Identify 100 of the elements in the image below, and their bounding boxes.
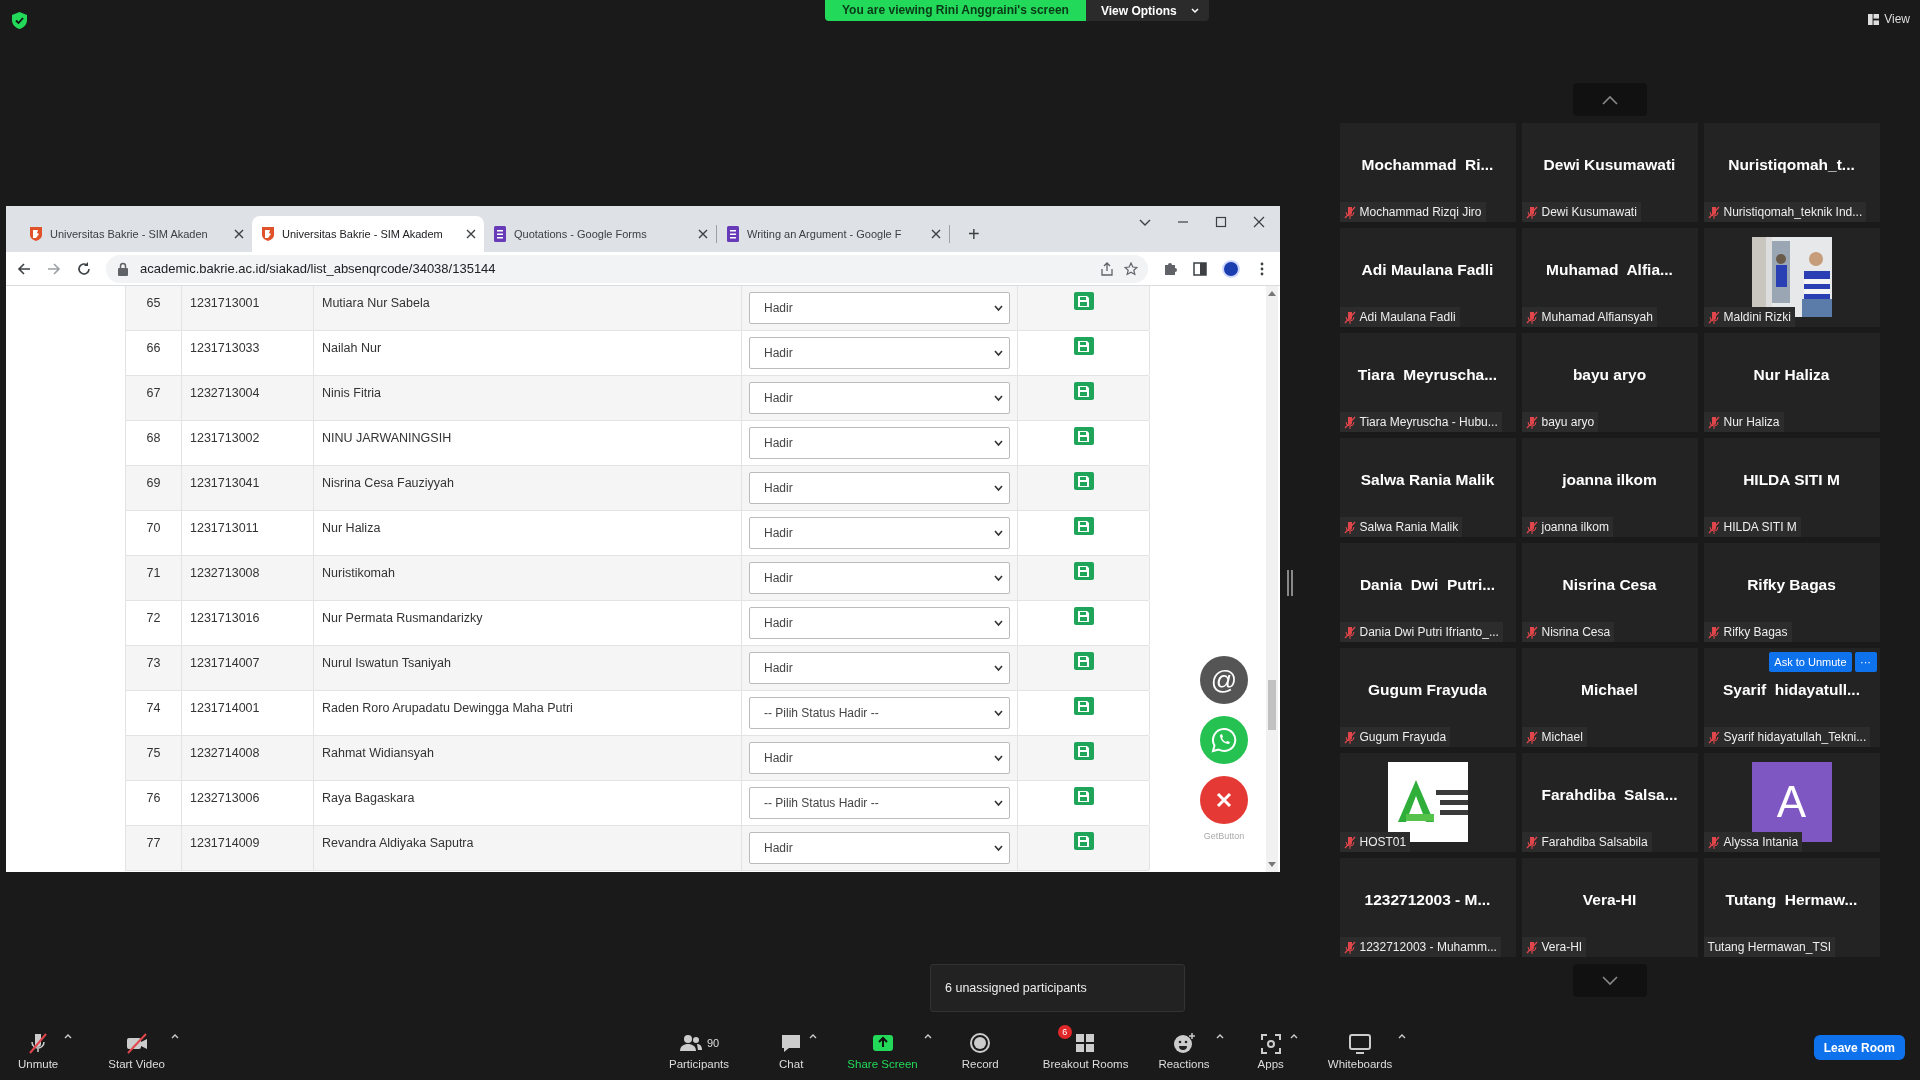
status-dropdown[interactable]: Hadir [749,337,1010,369]
floppy-icon [1078,835,1089,847]
lock-icon [116,261,130,276]
toolbar-button[interactable]: Whiteboards [1327,1025,1393,1070]
save-button[interactable] [1073,337,1094,355]
status-dropdown[interactable]: Hadir [749,607,1010,639]
back-icon[interactable] [16,260,32,277]
forward-icon[interactable] [46,260,62,277]
whiteboard-icon [1348,1032,1373,1054]
status-dropdown[interactable]: Hadir [749,562,1010,594]
status-dropdown[interactable]: Hadir [749,427,1010,459]
save-button[interactable] [1073,472,1094,490]
status-dropdown[interactable]: Hadir [749,742,1010,774]
toolbar-button[interactable]: 90 Participants [668,1025,730,1070]
save-button[interactable] [1073,832,1094,850]
status-dropdown[interactable]: Hadir [749,517,1010,549]
close-button[interactable] [1200,776,1248,824]
table-cell: 73 [146,656,161,670]
status-dropdown[interactable]: Hadir [749,652,1010,684]
caret-icon[interactable] [170,1033,179,1039]
floppy-icon [1078,475,1089,487]
star-icon[interactable] [1124,261,1138,276]
status-dropdown[interactable]: Hadir [749,382,1010,414]
table-cell: 74 [146,701,161,715]
save-button[interactable] [1073,742,1094,760]
caret-icon[interactable] [809,1033,818,1039]
close-icon[interactable] [234,229,244,239]
browser-tab[interactable]: Writing an Argument - Google F [717,216,949,252]
status-dropdown[interactable]: -- Pilih Status Hadir -- [749,787,1010,819]
status-dropdown[interactable]: -- Pilih Status Hadir -- [749,697,1010,729]
name-label: HILDA SITI M [1703,517,1801,537]
more-button[interactable]: ··· [1854,652,1877,672]
avatar-initial: A [1776,776,1807,827]
save-button[interactable] [1073,562,1094,580]
caret-icon[interactable] [1215,1033,1224,1039]
toolbar-button[interactable]: Reactions [1158,1025,1210,1070]
scrollbar-thumb[interactable] [1268,680,1276,730]
caret-icon[interactable] [923,1033,932,1039]
toolbar-button[interactable]: 6 Breakout Rooms [1042,1025,1129,1070]
new-tab-button[interactable]: + [964,223,984,246]
url-field[interactable]: academic.bakrie.ac.id/siakad/list_absenqrcode/34038/135144 [106,254,1148,283]
save-button[interactable] [1073,697,1094,715]
status-dropdown[interactable]: Hadir [749,832,1010,864]
reload-icon[interactable] [76,260,92,277]
table-cell: 1232713008 [190,566,260,580]
view-options-button[interactable]: View Options [1085,0,1209,21]
close-icon[interactable] [698,229,708,239]
participant-name: joanna ilkom [1562,470,1657,489]
save-button[interactable] [1073,292,1094,310]
participant-name: Dania Dwi Putri... [1359,575,1496,594]
save-button[interactable] [1073,787,1094,805]
toolbar-button[interactable]: Apps [1257,1025,1284,1070]
view-button[interactable]: View [1868,12,1910,26]
name-label: Adi Maulana Fadli [1339,307,1460,327]
leave-room-button[interactable]: Leave Room [1813,1035,1905,1060]
save-button[interactable] [1073,382,1094,400]
toolbar-button[interactable]: Chat [779,1025,804,1070]
browser-tab[interactable]: Universitas Bakrie - SIM Akadem [252,216,484,252]
profile-avatar[interactable] [1222,259,1240,278]
status-dropdown[interactable]: Hadir [749,292,1010,324]
name-label: Nur Haliza [1703,412,1784,432]
close-icon[interactable] [931,229,941,239]
caret-icon[interactable] [64,1033,73,1039]
chevron-down-icon [994,304,1003,312]
table-cell: 72 [146,611,161,625]
ask-to-unmute-button[interactable]: Ask to Unmute [1769,652,1852,672]
scrollbar[interactable] [1266,286,1278,872]
save-button[interactable] [1073,652,1094,670]
status-dropdown[interactable]: Hadir [749,472,1010,504]
browser-tab[interactable]: Quotations - Google Forms [484,216,716,252]
floppy-icon [1078,295,1089,307]
toolbar-button[interactable]: Start Video [108,1025,165,1070]
maximize-icon[interactable] [1214,215,1228,229]
close-icon[interactable] [1252,215,1266,229]
chevron-down-icon [994,574,1003,582]
save-button[interactable] [1073,607,1094,625]
chevron-down-icon [994,709,1003,717]
share-screen-button[interactable]: Share Screen [847,1025,918,1070]
sidebar-icon[interactable] [1192,260,1208,277]
save-button[interactable] [1073,427,1094,445]
email-button[interactable]: @ [1200,656,1248,704]
toolbar-button[interactable]: Unmute [18,1025,59,1070]
chevron-up-icon [1601,94,1618,105]
puzzle-icon[interactable] [1162,260,1178,277]
browser-tab[interactable]: Universitas Bakrie - SIM Akaden [20,216,252,252]
toolbar-button[interactable]: Record [961,1025,999,1070]
scroll-up-icon[interactable] [1268,290,1276,296]
participant-name: 1232712003 - M... [1364,890,1491,909]
name-label: joanna ilkom [1521,517,1613,537]
share-icon[interactable] [1100,261,1114,276]
caret-icon[interactable] [1398,1033,1407,1039]
scroll-down-icon[interactable] [1268,862,1276,868]
name-label: Tiara Meyruscha - Hubu... [1339,412,1502,432]
close-icon[interactable] [466,229,476,239]
caret-icon[interactable] [1289,1033,1298,1039]
save-button[interactable] [1073,517,1094,535]
table-cell: 67 [146,386,161,400]
resize-handle-icon[interactable] [1287,570,1293,596]
table-cell: 69 [146,476,161,490]
table-cell: 70 [146,521,161,535]
